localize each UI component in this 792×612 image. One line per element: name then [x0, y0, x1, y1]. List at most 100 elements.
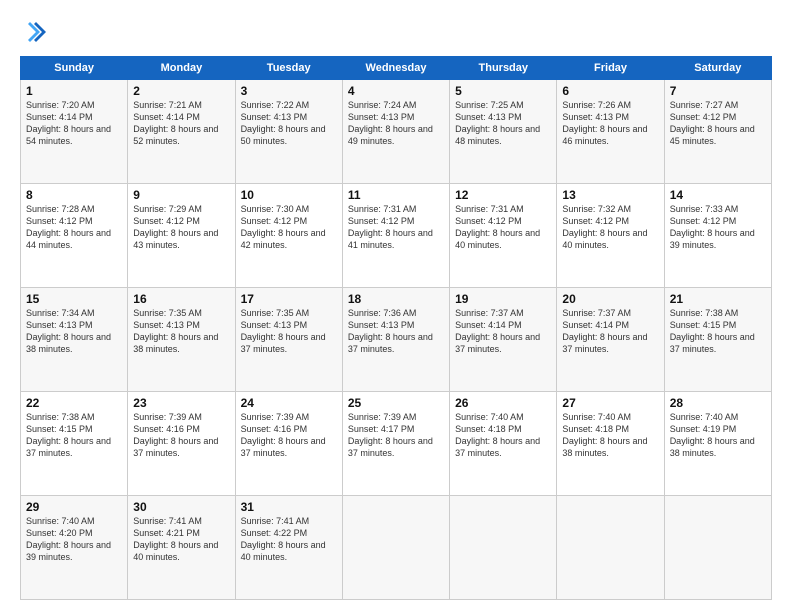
calendar-day-12: 12 Sunrise: 7:31 AMSunset: 4:12 PMDaylig… — [450, 184, 557, 288]
header — [20, 18, 772, 46]
day-number: 26 — [455, 396, 551, 410]
calendar-day-23: 23 Sunrise: 7:39 AMSunset: 4:16 PMDaylig… — [128, 392, 235, 496]
calendar-week-4: 22 Sunrise: 7:38 AMSunset: 4:15 PMDaylig… — [21, 392, 772, 496]
calendar-day-13: 13 Sunrise: 7:32 AMSunset: 4:12 PMDaylig… — [557, 184, 664, 288]
day-number: 31 — [241, 500, 337, 514]
day-info: Sunrise: 7:35 AMSunset: 4:13 PMDaylight:… — [133, 308, 218, 354]
weekday-header-wednesday: Wednesday — [342, 57, 449, 80]
day-info: Sunrise: 7:41 AMSunset: 4:21 PMDaylight:… — [133, 516, 218, 562]
day-info: Sunrise: 7:31 AMSunset: 4:12 PMDaylight:… — [455, 204, 540, 250]
calendar-day-9: 9 Sunrise: 7:29 AMSunset: 4:12 PMDayligh… — [128, 184, 235, 288]
calendar-day-30: 30 Sunrise: 7:41 AMSunset: 4:21 PMDaylig… — [128, 496, 235, 600]
day-number: 29 — [26, 500, 122, 514]
day-number: 14 — [670, 188, 766, 202]
day-number: 12 — [455, 188, 551, 202]
day-number: 4 — [348, 84, 444, 98]
day-number: 3 — [241, 84, 337, 98]
calendar-day-7: 7 Sunrise: 7:27 AMSunset: 4:12 PMDayligh… — [664, 80, 771, 184]
weekday-header-tuesday: Tuesday — [235, 57, 342, 80]
calendar-day-21: 21 Sunrise: 7:38 AMSunset: 4:15 PMDaylig… — [664, 288, 771, 392]
day-info: Sunrise: 7:20 AMSunset: 4:14 PMDaylight:… — [26, 100, 111, 146]
day-info: Sunrise: 7:34 AMSunset: 4:13 PMDaylight:… — [26, 308, 111, 354]
day-number: 22 — [26, 396, 122, 410]
weekday-header-friday: Friday — [557, 57, 664, 80]
calendar-week-5: 29 Sunrise: 7:40 AMSunset: 4:20 PMDaylig… — [21, 496, 772, 600]
calendar-day-26: 26 Sunrise: 7:40 AMSunset: 4:18 PMDaylig… — [450, 392, 557, 496]
calendar-day-11: 11 Sunrise: 7:31 AMSunset: 4:12 PMDaylig… — [342, 184, 449, 288]
calendar-day-25: 25 Sunrise: 7:39 AMSunset: 4:17 PMDaylig… — [342, 392, 449, 496]
calendar-day-2: 2 Sunrise: 7:21 AMSunset: 4:14 PMDayligh… — [128, 80, 235, 184]
day-number: 15 — [26, 292, 122, 306]
day-info: Sunrise: 7:36 AMSunset: 4:13 PMDaylight:… — [348, 308, 433, 354]
calendar-week-2: 8 Sunrise: 7:28 AMSunset: 4:12 PMDayligh… — [21, 184, 772, 288]
day-info: Sunrise: 7:35 AMSunset: 4:13 PMDaylight:… — [241, 308, 326, 354]
day-info: Sunrise: 7:40 AMSunset: 4:18 PMDaylight:… — [562, 412, 647, 458]
day-info: Sunrise: 7:24 AMSunset: 4:13 PMDaylight:… — [348, 100, 433, 146]
day-info: Sunrise: 7:39 AMSunset: 4:16 PMDaylight:… — [241, 412, 326, 458]
day-info: Sunrise: 7:39 AMSunset: 4:16 PMDaylight:… — [133, 412, 218, 458]
weekday-header-thursday: Thursday — [450, 57, 557, 80]
calendar-table: SundayMondayTuesdayWednesdayThursdayFrid… — [20, 56, 772, 600]
day-number: 20 — [562, 292, 658, 306]
calendar-day-20: 20 Sunrise: 7:37 AMSunset: 4:14 PMDaylig… — [557, 288, 664, 392]
day-info: Sunrise: 7:37 AMSunset: 4:14 PMDaylight:… — [562, 308, 647, 354]
day-number: 1 — [26, 84, 122, 98]
calendar-day-3: 3 Sunrise: 7:22 AMSunset: 4:13 PMDayligh… — [235, 80, 342, 184]
day-number: 5 — [455, 84, 551, 98]
day-info: Sunrise: 7:41 AMSunset: 4:22 PMDaylight:… — [241, 516, 326, 562]
day-info: Sunrise: 7:38 AMSunset: 4:15 PMDaylight:… — [26, 412, 111, 458]
day-number: 27 — [562, 396, 658, 410]
calendar-day-14: 14 Sunrise: 7:33 AMSunset: 4:12 PMDaylig… — [664, 184, 771, 288]
calendar-day-19: 19 Sunrise: 7:37 AMSunset: 4:14 PMDaylig… — [450, 288, 557, 392]
day-number: 30 — [133, 500, 229, 514]
weekday-header-saturday: Saturday — [664, 57, 771, 80]
calendar-day-18: 18 Sunrise: 7:36 AMSunset: 4:13 PMDaylig… — [342, 288, 449, 392]
page: SundayMondayTuesdayWednesdayThursdayFrid… — [0, 0, 792, 612]
calendar-day-28: 28 Sunrise: 7:40 AMSunset: 4:19 PMDaylig… — [664, 392, 771, 496]
calendar-day-6: 6 Sunrise: 7:26 AMSunset: 4:13 PMDayligh… — [557, 80, 664, 184]
weekday-header-monday: Monday — [128, 57, 235, 80]
weekday-header-sunday: Sunday — [21, 57, 128, 80]
calendar-day-29: 29 Sunrise: 7:40 AMSunset: 4:20 PMDaylig… — [21, 496, 128, 600]
day-info: Sunrise: 7:30 AMSunset: 4:12 PMDaylight:… — [241, 204, 326, 250]
day-number: 10 — [241, 188, 337, 202]
day-info: Sunrise: 7:28 AMSunset: 4:12 PMDaylight:… — [26, 204, 111, 250]
day-number: 28 — [670, 396, 766, 410]
day-info: Sunrise: 7:32 AMSunset: 4:12 PMDaylight:… — [562, 204, 647, 250]
calendar-day-16: 16 Sunrise: 7:35 AMSunset: 4:13 PMDaylig… — [128, 288, 235, 392]
day-number: 11 — [348, 188, 444, 202]
calendar-week-3: 15 Sunrise: 7:34 AMSunset: 4:13 PMDaylig… — [21, 288, 772, 392]
calendar-day-8: 8 Sunrise: 7:28 AMSunset: 4:12 PMDayligh… — [21, 184, 128, 288]
day-number: 16 — [133, 292, 229, 306]
day-number: 13 — [562, 188, 658, 202]
calendar-day-17: 17 Sunrise: 7:35 AMSunset: 4:13 PMDaylig… — [235, 288, 342, 392]
calendar-day-10: 10 Sunrise: 7:30 AMSunset: 4:12 PMDaylig… — [235, 184, 342, 288]
day-number: 25 — [348, 396, 444, 410]
calendar-day-31: 31 Sunrise: 7:41 AMSunset: 4:22 PMDaylig… — [235, 496, 342, 600]
day-number: 21 — [670, 292, 766, 306]
day-info: Sunrise: 7:40 AMSunset: 4:18 PMDaylight:… — [455, 412, 540, 458]
calendar-day-27: 27 Sunrise: 7:40 AMSunset: 4:18 PMDaylig… — [557, 392, 664, 496]
day-number: 17 — [241, 292, 337, 306]
day-info: Sunrise: 7:25 AMSunset: 4:13 PMDaylight:… — [455, 100, 540, 146]
day-number: 19 — [455, 292, 551, 306]
day-number: 8 — [26, 188, 122, 202]
empty-cell — [450, 496, 557, 600]
day-info: Sunrise: 7:40 AMSunset: 4:20 PMDaylight:… — [26, 516, 111, 562]
logo-icon — [20, 18, 48, 46]
day-info: Sunrise: 7:40 AMSunset: 4:19 PMDaylight:… — [670, 412, 755, 458]
day-info: Sunrise: 7:27 AMSunset: 4:12 PMDaylight:… — [670, 100, 755, 146]
logo — [20, 18, 52, 46]
day-info: Sunrise: 7:37 AMSunset: 4:14 PMDaylight:… — [455, 308, 540, 354]
day-number: 6 — [562, 84, 658, 98]
day-number: 7 — [670, 84, 766, 98]
day-info: Sunrise: 7:29 AMSunset: 4:12 PMDaylight:… — [133, 204, 218, 250]
day-number: 9 — [133, 188, 229, 202]
empty-cell — [342, 496, 449, 600]
day-number: 2 — [133, 84, 229, 98]
calendar-day-5: 5 Sunrise: 7:25 AMSunset: 4:13 PMDayligh… — [450, 80, 557, 184]
day-info: Sunrise: 7:21 AMSunset: 4:14 PMDaylight:… — [133, 100, 218, 146]
calendar-day-4: 4 Sunrise: 7:24 AMSunset: 4:13 PMDayligh… — [342, 80, 449, 184]
day-number: 18 — [348, 292, 444, 306]
day-info: Sunrise: 7:33 AMSunset: 4:12 PMDaylight:… — [670, 204, 755, 250]
